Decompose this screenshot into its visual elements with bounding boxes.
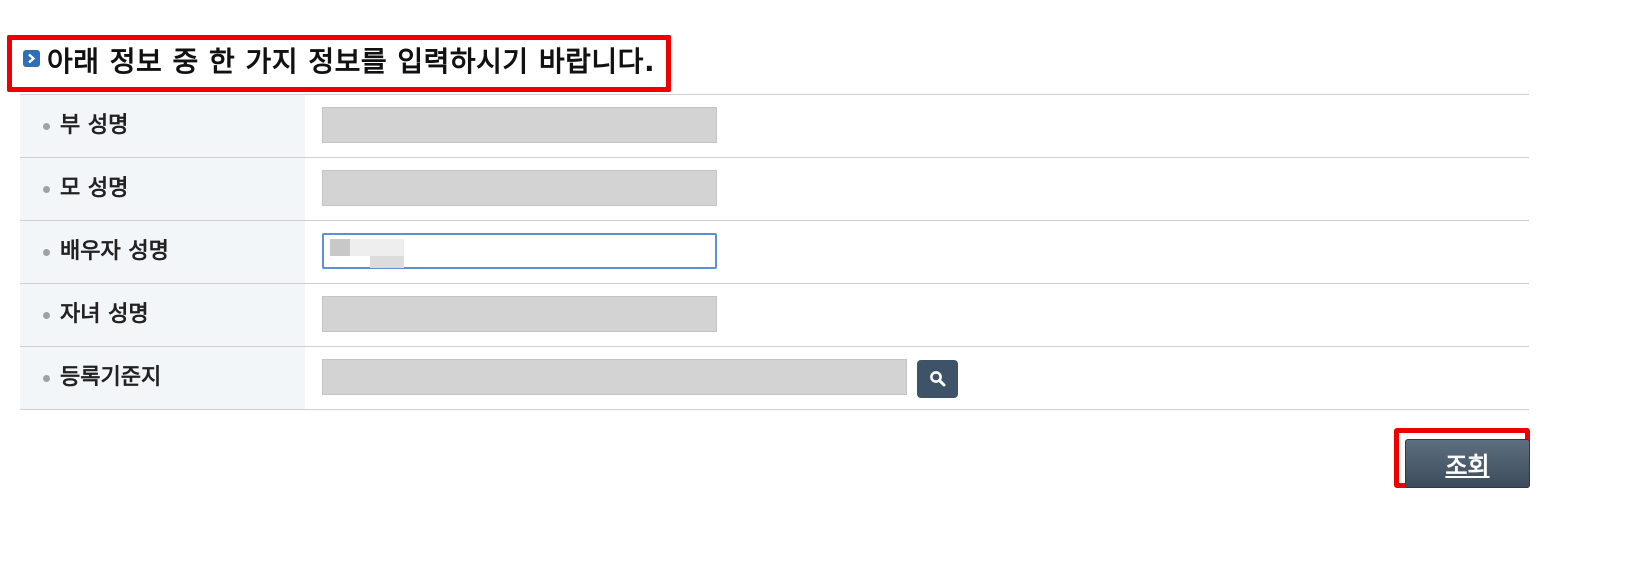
submit-button[interactable]: 조회 bbox=[1405, 439, 1530, 488]
spouse-name-input[interactable] bbox=[322, 233, 717, 269]
form-row-child: 자녀 성명 bbox=[20, 284, 1529, 347]
bullet-icon bbox=[43, 375, 50, 382]
bullet-icon bbox=[43, 249, 50, 256]
form-row-registration: 등록기준지 bbox=[20, 347, 1529, 410]
search-button[interactable] bbox=[917, 360, 958, 398]
redacted-text bbox=[350, 239, 404, 256]
label-cell: 등록기준지 bbox=[20, 347, 305, 409]
registration-base-label: 등록기준지 bbox=[60, 365, 162, 390]
registration-base-input[interactable] bbox=[322, 359, 907, 395]
mother-name-input[interactable] bbox=[322, 170, 717, 206]
search-form: 부 성명 모 성명 배우자 성명 자녀 성명 등록기준지 bbox=[20, 94, 1529, 410]
redacted-text bbox=[330, 239, 350, 256]
bullet-icon bbox=[43, 312, 50, 319]
father-name-label: 부 성명 bbox=[60, 113, 129, 138]
child-name-input[interactable] bbox=[322, 296, 717, 332]
father-name-input[interactable] bbox=[322, 107, 717, 143]
label-cell: 모 성명 bbox=[20, 158, 305, 220]
label-cell: 배우자 성명 bbox=[20, 221, 305, 283]
spouse-name-label: 배우자 성명 bbox=[60, 239, 169, 264]
label-cell: 자녀 성명 bbox=[20, 284, 305, 346]
arrow-right-icon bbox=[23, 50, 40, 67]
form-row-father: 부 성명 bbox=[20, 95, 1529, 158]
mother-name-label: 모 성명 bbox=[60, 176, 129, 201]
search-icon bbox=[929, 371, 945, 387]
bullet-icon bbox=[43, 123, 50, 130]
instruction-title: 아래 정보 중 한 가지 정보를 입력하시기 바랍니다. bbox=[47, 45, 656, 78]
form-row-spouse: 배우자 성명 bbox=[20, 221, 1529, 284]
label-cell: 부 성명 bbox=[20, 95, 305, 157]
redacted-text bbox=[370, 256, 404, 268]
form-row-mother: 모 성명 bbox=[20, 158, 1529, 221]
child-name-label: 자녀 성명 bbox=[60, 302, 149, 327]
bullet-icon bbox=[43, 186, 50, 193]
